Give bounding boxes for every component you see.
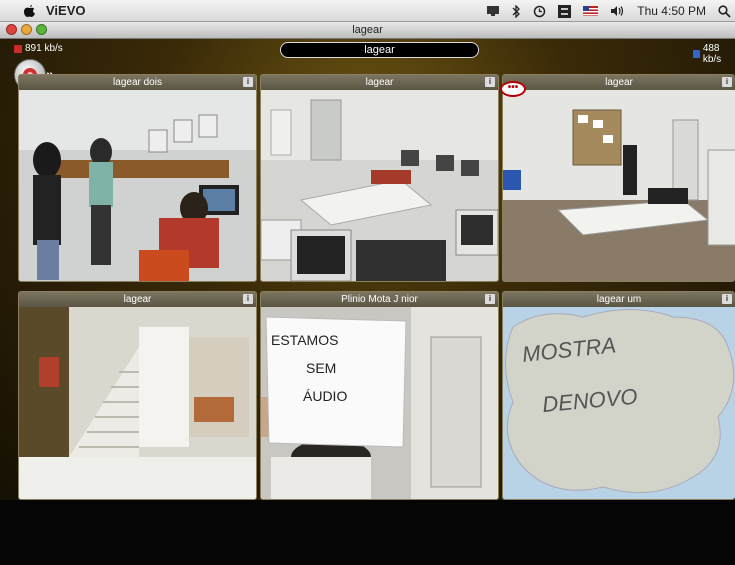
video-feed (261, 90, 498, 281)
info-icon[interactable]: i (243, 77, 253, 87)
info-icon[interactable]: i (722, 294, 732, 304)
window-controls (6, 24, 47, 35)
info-icon[interactable]: i (722, 77, 732, 87)
incoming-bitrate: 488 kb/s (693, 43, 735, 65)
video-tile[interactable]: lagear um i MOSTRA DENOVO (502, 291, 735, 500)
apple-icon[interactable] (22, 4, 36, 18)
window-title: lagear (352, 24, 383, 36)
video-tile[interactable]: lagear i (502, 74, 735, 282)
info-icon[interactable]: i (243, 294, 253, 304)
tile-header: Plinio Mota J nior i (261, 292, 498, 307)
app-name-menu[interactable]: ViEVO (46, 3, 86, 18)
input-menu-icon[interactable] (558, 0, 572, 22)
window-titlebar: lagear (0, 22, 735, 39)
video-feed (503, 90, 735, 281)
chat-bubble-icon[interactable]: ••• (500, 81, 526, 97)
menu-clock[interactable]: Thu 4:50 PM (637, 4, 706, 18)
tile-title: lagear um (596, 294, 642, 305)
video-feed: ESTAMOS SEM ÁUDIO (261, 307, 498, 499)
zoom-button[interactable] (36, 24, 47, 35)
tile-header: lagear i (261, 75, 498, 90)
bluetooth-icon[interactable] (512, 0, 521, 22)
spotlight-icon[interactable] (718, 0, 731, 22)
close-button[interactable] (6, 24, 17, 35)
sign-text: SEM (306, 360, 336, 376)
tile-title: Plinio Mota J nior (341, 294, 418, 305)
volume-icon[interactable] (610, 0, 625, 22)
sign-text: ÁUDIO (303, 388, 347, 404)
tile-title: lagear dois (113, 77, 162, 88)
info-icon[interactable]: i (485, 77, 495, 87)
video-feed: MOSTRA DENOVO (503, 307, 735, 499)
tile-header: lagear dois i (19, 75, 256, 90)
flag-icon[interactable] (583, 0, 599, 22)
tile-header: lagear i (503, 75, 735, 90)
outgoing-bitrate-label: 891 kb/s (25, 43, 63, 54)
tile-header: lagear i (19, 292, 256, 307)
incoming-bitrate-label: 488 kb/s (702, 43, 722, 65)
tile-title: lagear (605, 77, 633, 88)
tile-header: lagear um i (503, 292, 735, 307)
video-feed (19, 90, 256, 281)
video-tile[interactable]: lagear i (18, 291, 257, 500)
tile-title: lagear (365, 77, 394, 88)
time-machine-icon[interactable] (533, 0, 546, 22)
bottom-panel (0, 500, 735, 565)
video-feed (19, 307, 256, 499)
upload-icon (14, 44, 22, 53)
info-icon[interactable]: i (485, 294, 495, 304)
conference-title: lagear (280, 42, 479, 58)
tile-title: lagear (123, 294, 152, 305)
sign-text: ESTAMOS (271, 332, 338, 348)
minimize-button[interactable] (21, 24, 32, 35)
chat-bubble-label: ••• (507, 82, 519, 93)
menu-bar: ViEVO Thu 4:50 PM (0, 0, 735, 22)
status-area: Thu 4:50 PM (474, 0, 731, 22)
outgoing-bitrate: 891 kb/s (14, 43, 63, 54)
video-tile[interactable]: lagear dois i (18, 74, 257, 282)
download-icon (693, 50, 700, 58)
video-tile[interactable]: Plinio Mota J nior i ESTAMOS SEM ÁUDIO (260, 291, 499, 500)
video-tile[interactable]: lagear i (260, 74, 499, 282)
display-icon[interactable] (486, 0, 500, 22)
